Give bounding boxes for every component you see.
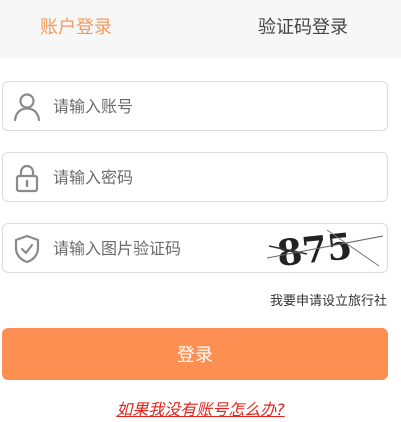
no-account-help-link[interactable]: 如果我没有账号怎么办? <box>0 396 401 420</box>
login-tabs: 账户登录 验证码登录 <box>0 0 401 58</box>
captcha-image[interactable]: 875 <box>267 226 385 270</box>
captcha-input[interactable] <box>53 224 273 272</box>
captcha-field[interactable]: 875 <box>2 223 388 273</box>
username-input[interactable] <box>53 82 273 130</box>
password-input[interactable] <box>53 153 273 201</box>
user-icon <box>11 91 43 123</box>
username-field[interactable] <box>2 81 388 131</box>
lock-icon <box>11 162 43 194</box>
tab-account-login[interactable]: 账户登录 <box>40 16 112 40</box>
tab-code-login[interactable]: 验证码登录 <box>258 16 348 40</box>
shield-check-icon <box>11 233 43 265</box>
password-field[interactable] <box>2 152 388 202</box>
captcha-text: 875 <box>275 226 354 270</box>
apply-travel-agency-link[interactable]: 我要申请设立旅行社 <box>270 290 387 309</box>
login-button[interactable]: 登录 <box>2 328 388 380</box>
